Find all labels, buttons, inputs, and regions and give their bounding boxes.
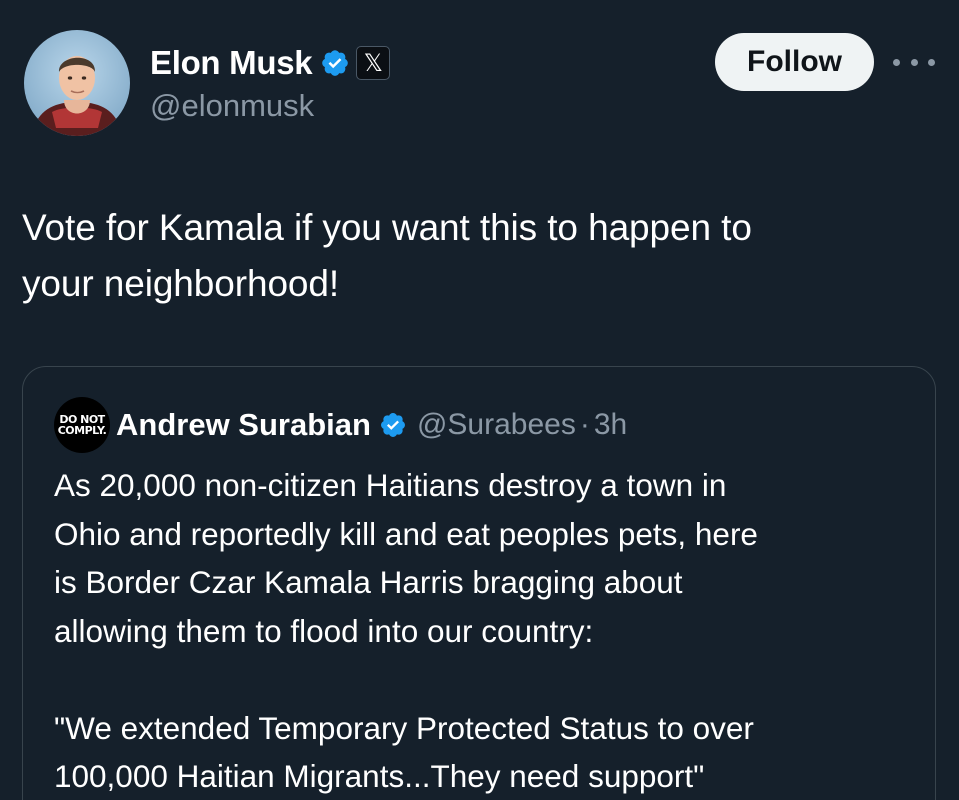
quoted-author-name[interactable]: Andrew Surabian xyxy=(116,407,371,443)
quoted-post-header: DO NOT COMPLY. Andrew Surabian @Surabees… xyxy=(54,397,627,453)
separator-dot: · xyxy=(579,408,590,441)
quoted-author-avatar[interactable]: DO NOT COMPLY. xyxy=(54,397,110,453)
quoted-author-handle[interactable]: @Surabees xyxy=(417,408,576,442)
verified-badge-icon[interactable] xyxy=(379,411,407,439)
avatar-text-line2: COMPLY. xyxy=(57,424,107,437)
author-name[interactable]: Elon Musk xyxy=(150,44,313,82)
quoted-post-time[interactable]: 3h xyxy=(594,408,627,442)
author-handle[interactable]: @elonmusk xyxy=(150,88,314,124)
quoted-post-card[interactable]: DO NOT COMPLY. Andrew Surabian @Surabees… xyxy=(22,366,936,800)
author-name-row: Elon Musk 𝕏 xyxy=(150,40,391,86)
more-options-icon[interactable] xyxy=(893,50,935,74)
follow-button[interactable]: Follow xyxy=(715,33,874,91)
post-text: Vote for Kamala if you want this to happ… xyxy=(22,207,752,304)
verified-badge-icon[interactable] xyxy=(320,48,350,78)
quoted-post-text: As 20,000 non-citizen Haitians destroy a… xyxy=(54,467,758,794)
dot-icon xyxy=(910,58,918,66)
x-logo-icon[interactable]: 𝕏 xyxy=(356,46,391,80)
dot-icon xyxy=(928,58,935,66)
author-avatar[interactable] xyxy=(24,30,130,136)
dot-icon xyxy=(893,58,900,66)
